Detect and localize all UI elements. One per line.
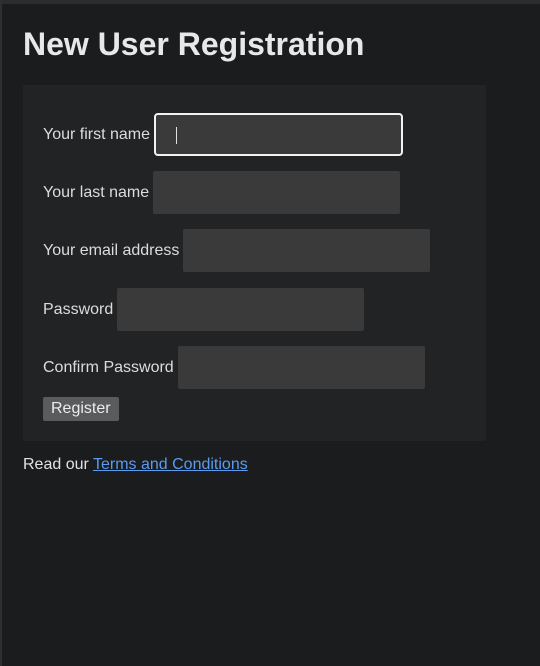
last-name-label: Your last name: [43, 183, 150, 201]
email-row: Your email address: [43, 229, 431, 272]
last-name-row: Your last name: [43, 171, 401, 214]
confirm-password-label: Confirm Password: [43, 358, 174, 376]
first-name-row: Your first name: [43, 113, 404, 156]
text-cursor: [176, 127, 178, 144]
last-name-input[interactable]: [153, 171, 401, 214]
registration-form: Your first name Your last name Your emai…: [23, 85, 486, 441]
confirm-password-input[interactable]: [177, 346, 425, 389]
window-top-edge: [0, 0, 540, 4]
terms-prefix: Read our: [23, 456, 93, 473]
first-name-input[interactable]: [154, 113, 404, 156]
register-button[interactable]: Register: [43, 397, 119, 421]
email-input[interactable]: [183, 229, 431, 272]
terms-link[interactable]: Terms and Conditions: [93, 456, 248, 473]
password-row: Password: [43, 288, 365, 331]
password-input[interactable]: [117, 288, 365, 331]
window-left-edge: [0, 0, 2, 666]
password-label: Password: [43, 300, 114, 318]
email-label: Your email address: [43, 241, 180, 259]
first-name-label: Your first name: [43, 125, 151, 143]
confirm-password-row: Confirm Password: [43, 346, 425, 389]
terms-notice: Read our Terms and Conditions: [23, 456, 248, 474]
page-title: New User Registration: [23, 26, 365, 62]
